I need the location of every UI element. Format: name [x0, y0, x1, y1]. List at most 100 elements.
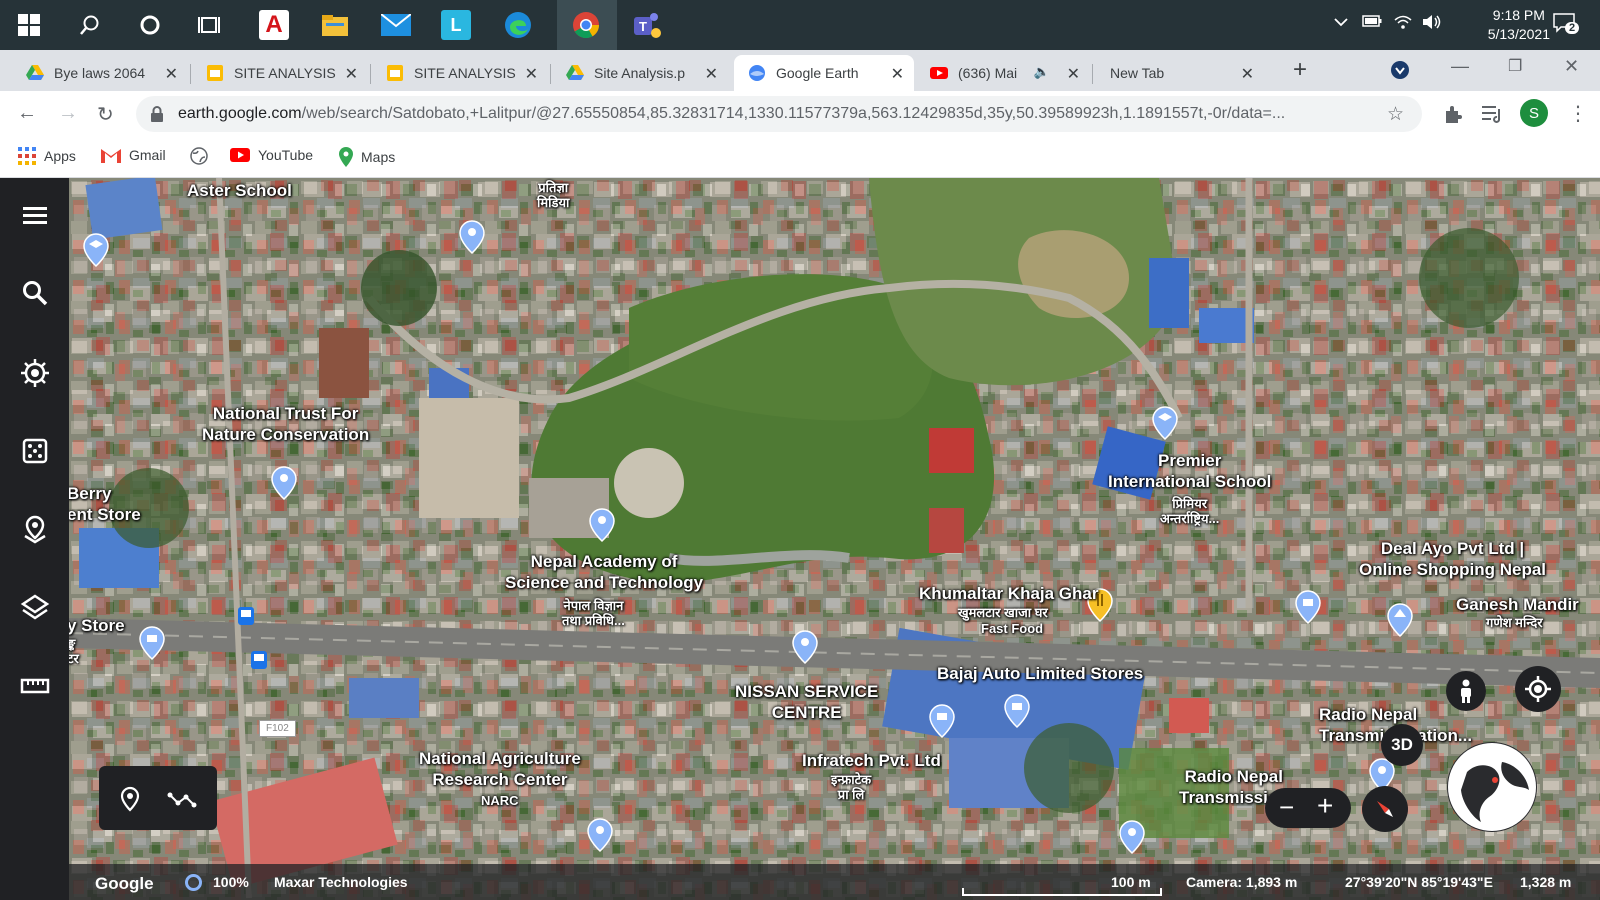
map-label-berry-store[interactable]: Berry ent Store	[69, 483, 141, 525]
task-view-icon[interactable]	[194, 9, 226, 41]
volume-icon[interactable]	[1422, 14, 1442, 34]
imagery-attribution[interactable]: Maxar Technologies	[274, 874, 408, 890]
search-icon[interactable]	[74, 9, 106, 41]
url-text[interactable]: earth.google.com/web/search/Satdobato,+L…	[178, 105, 1358, 123]
close-icon[interactable]: ✕	[891, 64, 904, 84]
map-label-khumaltar-nepali[interactable]: खुमलटार खाजा घर	[958, 605, 1048, 620]
add-placemark-icon[interactable]	[119, 786, 141, 812]
chrome-icon[interactable]	[570, 9, 602, 41]
school-pin-icon[interactable]	[83, 233, 109, 267]
place-pin-icon[interactable]	[1119, 820, 1145, 854]
map-label-infratech[interactable]: Infratech Pvt. Ltd	[802, 750, 941, 771]
speaker-icon[interactable]: 🔈	[1034, 64, 1050, 80]
lens-icon[interactable]: L	[441, 10, 471, 40]
teams-icon[interactable]: T	[631, 9, 663, 41]
tray-chevron-icon[interactable]	[1333, 14, 1349, 34]
map-style-layers-icon[interactable]	[20, 592, 50, 622]
place-pin-icon[interactable]	[792, 630, 818, 664]
map-label-premier-nepali[interactable]: प्रिमियर अन्तर्राष्ट्रिय...	[1160, 496, 1219, 526]
map-label-aster-school[interactable]: Aster School	[187, 180, 292, 201]
map-label-khumaltar-khaja[interactable]: Khumaltar Khaja Ghar	[919, 583, 1099, 604]
tab-youtube[interactable]: (636) Mai 🔈 ✕	[916, 55, 1090, 91]
back-icon[interactable]: ←	[17, 102, 37, 125]
media-queue-icon[interactable]	[1482, 105, 1504, 123]
lock-icon[interactable]	[150, 106, 164, 122]
bookmark-maps[interactable]: Maps	[339, 147, 395, 167]
tab-site-analysis-1[interactable]: SITE ANALYSIS ✕	[192, 55, 368, 91]
bookmark-youtube[interactable]: YouTube	[230, 147, 313, 163]
map-label-narc[interactable]: National Agriculture Research Center	[419, 748, 581, 790]
tab-site-analysis-2[interactable]: SITE ANALYSIS ✕	[372, 55, 548, 91]
reload-icon[interactable]: ↻	[97, 102, 114, 127]
bookmark-apps[interactable]: Apps	[18, 147, 76, 165]
place-pin-icon[interactable]	[271, 466, 297, 500]
chrome-menu-icon[interactable]: ⋮	[1568, 101, 1588, 126]
windows-start-icon[interactable]	[13, 9, 45, 41]
voyager-icon[interactable]	[20, 358, 50, 388]
map-label-y-store-nepali[interactable]: ङ्क टर	[69, 636, 79, 666]
close-icon[interactable]: ✕	[1067, 64, 1080, 84]
bus-stop-icon[interactable]	[250, 650, 268, 670]
notification-icon[interactable]: 2	[1553, 12, 1580, 38]
place-pin-icon[interactable]	[589, 508, 615, 542]
place-pin-icon[interactable]	[459, 220, 485, 254]
place-pin-icon[interactable]	[587, 818, 613, 852]
map-label-infratech-nepali[interactable]: इन्फ्राटेक प्रा लि	[831, 772, 871, 802]
school-pin-icon[interactable]	[1152, 406, 1178, 440]
map-label-bajaj-auto[interactable]: Bajaj Auto Limited Stores	[937, 663, 1143, 684]
projects-pin-icon[interactable]	[20, 514, 50, 544]
draw-line-icon[interactable]	[167, 790, 197, 808]
window-close-icon[interactable]: ✕	[1564, 56, 1579, 77]
3d-toggle-button[interactable]: 3D	[1381, 724, 1423, 766]
close-icon[interactable]: ✕	[165, 64, 178, 84]
map-label-ganesh-mandir[interactable]: Ganesh Mandir	[1456, 594, 1579, 615]
map-label-y-store[interactable]: y Store	[69, 615, 125, 636]
map-label-ntnc[interactable]: National Trust For Nature Conservation	[202, 403, 369, 445]
tab-search-icon[interactable]	[1390, 60, 1410, 85]
bookmark-star-icon[interactable]: ☆	[1387, 103, 1404, 126]
tab-new-tab[interactable]: New Tab ✕	[1096, 55, 1264, 91]
map-label-deal-ayo[interactable]: Deal Ayo Pvt Ltd | Online Shopping Nepal	[1359, 538, 1546, 580]
shop-pin-icon[interactable]	[929, 704, 955, 738]
cortana-icon[interactable]	[134, 9, 166, 41]
shop-pin-icon[interactable]	[1004, 694, 1030, 728]
temple-pin-icon[interactable]	[1387, 603, 1413, 637]
my-location-button[interactable]	[1515, 666, 1561, 712]
restore-icon[interactable]: ❐	[1508, 56, 1522, 76]
measure-ruler-icon[interactable]	[20, 671, 50, 701]
close-icon[interactable]: ✕	[345, 64, 358, 84]
zoom-out-button[interactable]: −	[1279, 792, 1294, 823]
new-tab-plus-icon[interactable]: +	[1293, 56, 1307, 84]
tab-bye-laws[interactable]: Bye laws 2064 ✕	[12, 55, 188, 91]
pegman-button[interactable]	[1446, 671, 1486, 711]
acrobat-icon[interactable]: A	[259, 10, 289, 40]
bus-stop-icon[interactable]	[237, 606, 255, 626]
edge-icon[interactable]	[502, 9, 534, 41]
map-label-nissan[interactable]: NISSAN SERVICE CENTRE	[735, 681, 878, 723]
tab-google-earth[interactable]: Google Earth ✕	[734, 55, 914, 91]
file-explorer-icon[interactable]	[319, 9, 351, 41]
map-label-ganesh-nepali[interactable]: गणेश मन्दिर	[1486, 615, 1543, 630]
bookmark-globe[interactable]	[190, 147, 216, 165]
shop-pin-icon[interactable]	[1295, 590, 1321, 624]
tab-site-analysis-pdf[interactable]: Site Analysis.p ✕	[552, 55, 728, 91]
address-bar[interactable]: earth.google.com/web/search/Satdobato,+L…	[136, 96, 1422, 132]
profile-avatar[interactable]: S	[1520, 99, 1548, 127]
shop-pin-icon[interactable]	[139, 626, 165, 660]
map-label-narc-abbr[interactable]: NARC	[481, 793, 519, 808]
map-label-fast-food[interactable]: Fast Food	[981, 621, 1043, 636]
search-icon[interactable]	[20, 278, 50, 308]
map-label-nast-nepali[interactable]: नेपाल विज्ञान तथा प्रविधि...	[562, 598, 625, 628]
forward-icon[interactable]: →	[58, 102, 78, 125]
map-label-premier-school[interactable]: Premier International School	[1108, 450, 1271, 492]
battery-icon[interactable]	[1362, 14, 1382, 32]
minimize-icon[interactable]: —	[1451, 56, 1469, 77]
taskbar-clock[interactable]: 9:18 PM 5/13/2021	[1488, 6, 1550, 44]
wifi-icon[interactable]	[1394, 14, 1412, 34]
map-label-pratiksha[interactable]: प्रतिज्ञा मिडिया	[537, 180, 569, 210]
feeling-lucky-dice-icon[interactable]	[20, 436, 50, 466]
zoom-in-button[interactable]: +	[1317, 790, 1333, 822]
map-label-nast[interactable]: Nepal Academy of Science and Technology	[505, 551, 703, 593]
close-icon[interactable]: ✕	[525, 64, 538, 84]
bookmark-gmail[interactable]: Gmail	[101, 147, 166, 163]
